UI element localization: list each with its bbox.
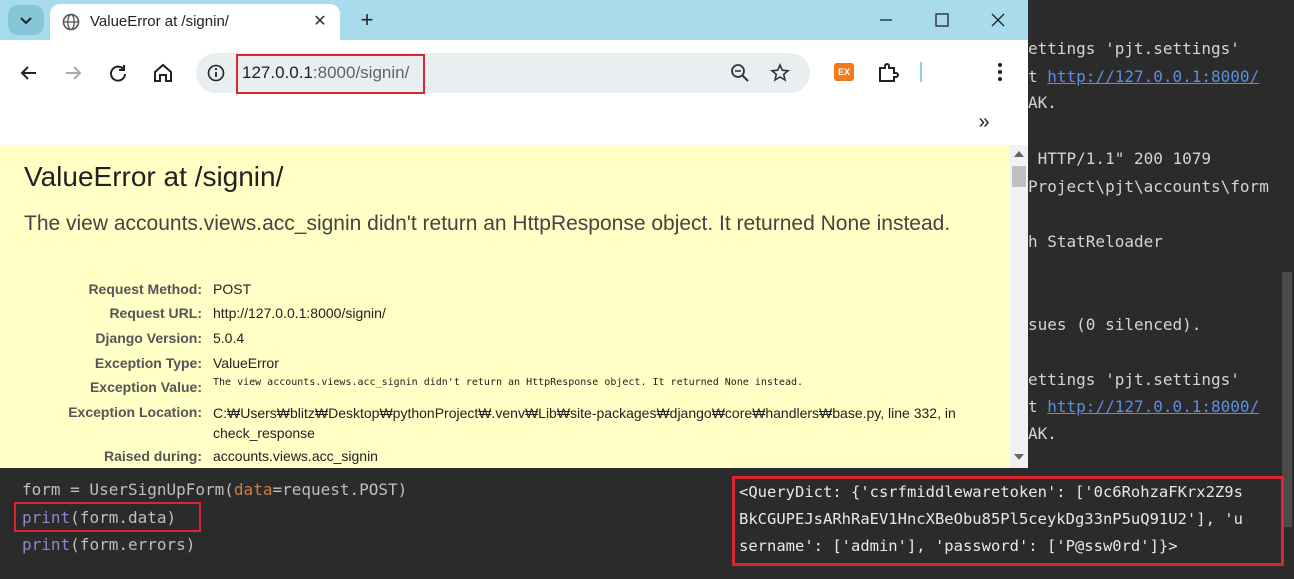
meta-label: Django Version: (95, 330, 202, 346)
terminal-server-link[interactable]: http://127.0.0.1:8000/ (1047, 67, 1259, 86)
terminal-line: ettings 'pjt.settings' (1028, 39, 1240, 58)
terminal-line: AK. (1028, 93, 1057, 112)
close-icon[interactable]: ✕ (310, 12, 330, 32)
code-highlight-box (14, 502, 201, 532)
double-chevron-right-icon[interactable]: » (974, 110, 994, 134)
terminal-line: h StatReloader (1028, 232, 1163, 251)
tab-bar: ValueError at /signin/ ✕ + (0, 0, 1028, 40)
code-token: form = UserSignUpForm( (22, 480, 234, 499)
new-tab-button[interactable]: + (355, 8, 379, 32)
terminal-line-prefix: t (1028, 67, 1048, 86)
site-info-icon[interactable] (207, 64, 225, 82)
meta-value: accounts.views.acc_signin (213, 448, 378, 464)
bookmark-star-icon[interactable] (770, 63, 790, 83)
output-line: BkCGUPEJsARhRaEV1HncXBeObu85Pl5ceykDg33n… (739, 510, 1243, 528)
code-keyword-arg: data (233, 480, 273, 499)
output-line: sername': ['admin'], 'password': ['P@ssw… (739, 537, 1178, 555)
bookmarks-bar: » (0, 106, 1028, 144)
terminal-server-link[interactable]: http://127.0.0.1:8000/ (1047, 397, 1259, 416)
terminal-line: ettings 'pjt.settings' (1028, 370, 1240, 389)
code-line: form = UserSignUpForm(data=request.POST) (22, 479, 407, 501)
terminal-line: Project\pjt\accounts\form (1028, 177, 1269, 196)
terminal-line: t http://127.0.0.1:8000/ (1028, 396, 1259, 418)
meta-value: The view accounts.views.acc_signin didn'… (213, 377, 804, 388)
minimize-icon[interactable] (866, 6, 906, 34)
meta-value: C:₩Users₩blitz₩Desktop₩pythonProject₩.ve… (213, 405, 956, 441)
tab-title: ValueError at /signin/ (90, 13, 229, 30)
puzzle-icon[interactable] (876, 60, 900, 84)
meta-value: http://127.0.0.1:8000/signin/ (213, 305, 386, 321)
meta-label: Request URL: (109, 305, 202, 321)
meta-label: Request Method: (88, 281, 202, 297)
meta-value: POST (213, 281, 252, 297)
window-close-icon[interactable] (978, 6, 1018, 34)
terminal-panel: ettings 'pjt.settings' t http://127.0.0.… (1028, 0, 1294, 468)
back-arrow-icon[interactable] (16, 60, 42, 86)
browser-window: ValueError at /signin/ ✕ + EX » ValueErr… (0, 0, 1028, 468)
meta-label: Exception Type: (94, 355, 202, 371)
meta-label: Exception Location: (68, 404, 202, 420)
toolbar-divider (920, 62, 922, 82)
meta-value: ValueError (213, 355, 279, 371)
console-output: <QueryDict: {'csrfmiddlewaretoken': ['0c… (732, 476, 1284, 566)
code-token: =request.POST) (272, 480, 408, 499)
reload-icon[interactable] (105, 60, 131, 86)
meta-label: Raised during: (103, 448, 202, 464)
meta-value: 5.0.4 (213, 330, 245, 346)
globe-icon (62, 13, 80, 31)
maximize-icon[interactable] (922, 6, 962, 34)
error-description: The view accounts.views.acc_signin didn'… (24, 212, 951, 235)
home-icon[interactable] (150, 60, 176, 86)
url-host: 127.0.0.1 (242, 63, 313, 82)
chevron-down-icon (20, 17, 32, 25)
menu-dots-icon[interactable] (990, 60, 1010, 84)
forward-arrow-icon[interactable] (60, 60, 86, 86)
meta-label: Exception Value: (89, 379, 202, 395)
code-line: print(form.errors) (22, 534, 195, 556)
django-error-page: ValueError at /signin/ The view accounts… (0, 145, 1010, 468)
extension-icon[interactable]: EX (834, 63, 854, 81)
zoom-icon[interactable] (730, 63, 750, 83)
terminal-line: HTTP/1.1" 200 1079 (1028, 149, 1212, 168)
tab-active[interactable]: ValueError at /signin/ ✕ (50, 4, 340, 40)
terminal-line: AK. (1028, 424, 1057, 443)
scrollbar-thumb[interactable] (1012, 166, 1026, 187)
page-title: ValueError at /signin/ (24, 161, 284, 192)
url-text[interactable]: 127.0.0.1:8000/signin/ (242, 63, 409, 83)
page-scrollbar[interactable] (1010, 145, 1028, 468)
code-function: print (22, 535, 71, 554)
terminal-line: sues (0 silenced). (1028, 315, 1202, 334)
url-path: :8000/signin/ (312, 63, 410, 82)
terminal-line: t http://127.0.0.1:8000/ (1028, 66, 1259, 88)
terminal-line-prefix: t (1028, 397, 1048, 416)
output-line: <QueryDict: {'csrfmiddlewaretoken': ['0c… (739, 483, 1243, 501)
scroll-down-arrow-icon[interactable] (1014, 454, 1024, 460)
scroll-up-arrow-icon[interactable] (1014, 151, 1024, 157)
browser-toolbar: EX (0, 40, 1028, 106)
code-token: (form.errors) (70, 535, 196, 554)
tab-search-button[interactable] (8, 5, 44, 35)
